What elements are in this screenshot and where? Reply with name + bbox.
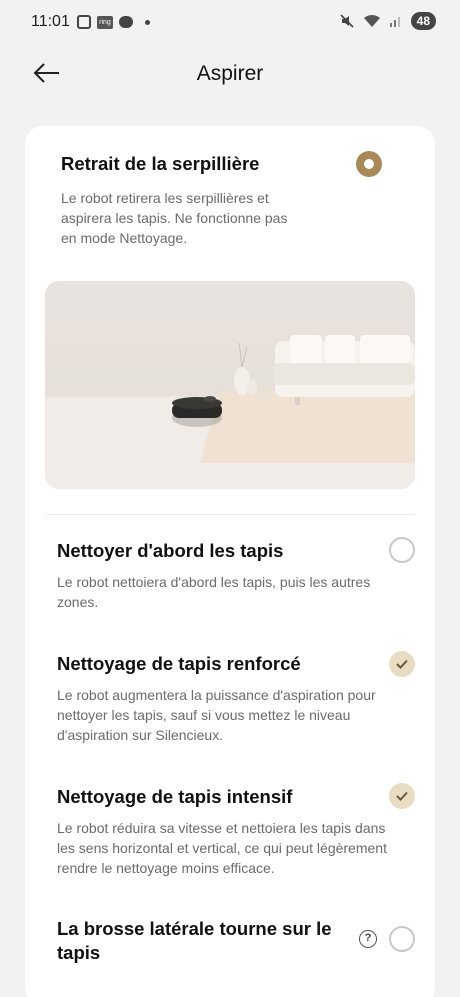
wifi-icon (363, 14, 380, 27)
option-title-carpet-boost: Nettoyage de tapis renforcé (57, 653, 301, 674)
more-notifications-icon (145, 19, 150, 25)
page-title: Aspirer (196, 62, 264, 85)
system-icons: 48 (339, 12, 436, 30)
intensive-carpet-check[interactable] (389, 783, 415, 809)
help-question-icon[interactable]: ? (359, 930, 377, 948)
option-title-intensive-carpet: Nettoyage de tapis intensif (57, 786, 293, 807)
option-desc-carpet-boost: Le robot augmentera la puissance d'aspir… (57, 687, 376, 743)
status-bar: 11:01 ring 48 (0, 0, 460, 46)
side-brush-radio[interactable] (389, 926, 415, 952)
ring-app-icon: ring (97, 15, 113, 29)
option-title-carpets-first: Nettoyer d'abord les tapis (57, 540, 284, 561)
carpets-first-radio[interactable] (389, 537, 415, 563)
app-header: Aspirer (0, 52, 460, 96)
notification-icons: ring (77, 15, 150, 29)
screenshot-icon (77, 15, 91, 29)
mop-removal-radio[interactable] (356, 151, 382, 177)
checkmark-icon (396, 791, 408, 801)
carpet-boost-check[interactable] (389, 651, 415, 677)
radio-selected-dot (364, 159, 374, 169)
signal-icon (389, 17, 400, 27)
option-title-mop-removal: Retrait de la serpillière (61, 153, 260, 174)
option-desc-mop-removal: Le robot retirera les serpillières et as… (61, 190, 288, 246)
chat-icon (119, 16, 133, 28)
option-title-side-brush: La brosse latérale tourne sur le tapis (57, 918, 332, 963)
checkmark-icon (396, 659, 408, 669)
option-desc-intensive-carpet: Le robot réduira sa vitesse et nettoiera… (57, 820, 387, 876)
robot-vacuum-illustration (45, 281, 415, 489)
battery-indicator: 48 (410, 12, 436, 30)
status-time: 11:01 (31, 13, 70, 30)
mute-icon (340, 14, 354, 28)
section-divider (45, 514, 415, 515)
settings-card: Retrait de la serpillière Le robot retir… (25, 126, 435, 997)
option-desc-carpets-first: Le robot nettoiera d'abord les tapis, pu… (57, 574, 371, 610)
living-room-image (45, 335, 415, 489)
